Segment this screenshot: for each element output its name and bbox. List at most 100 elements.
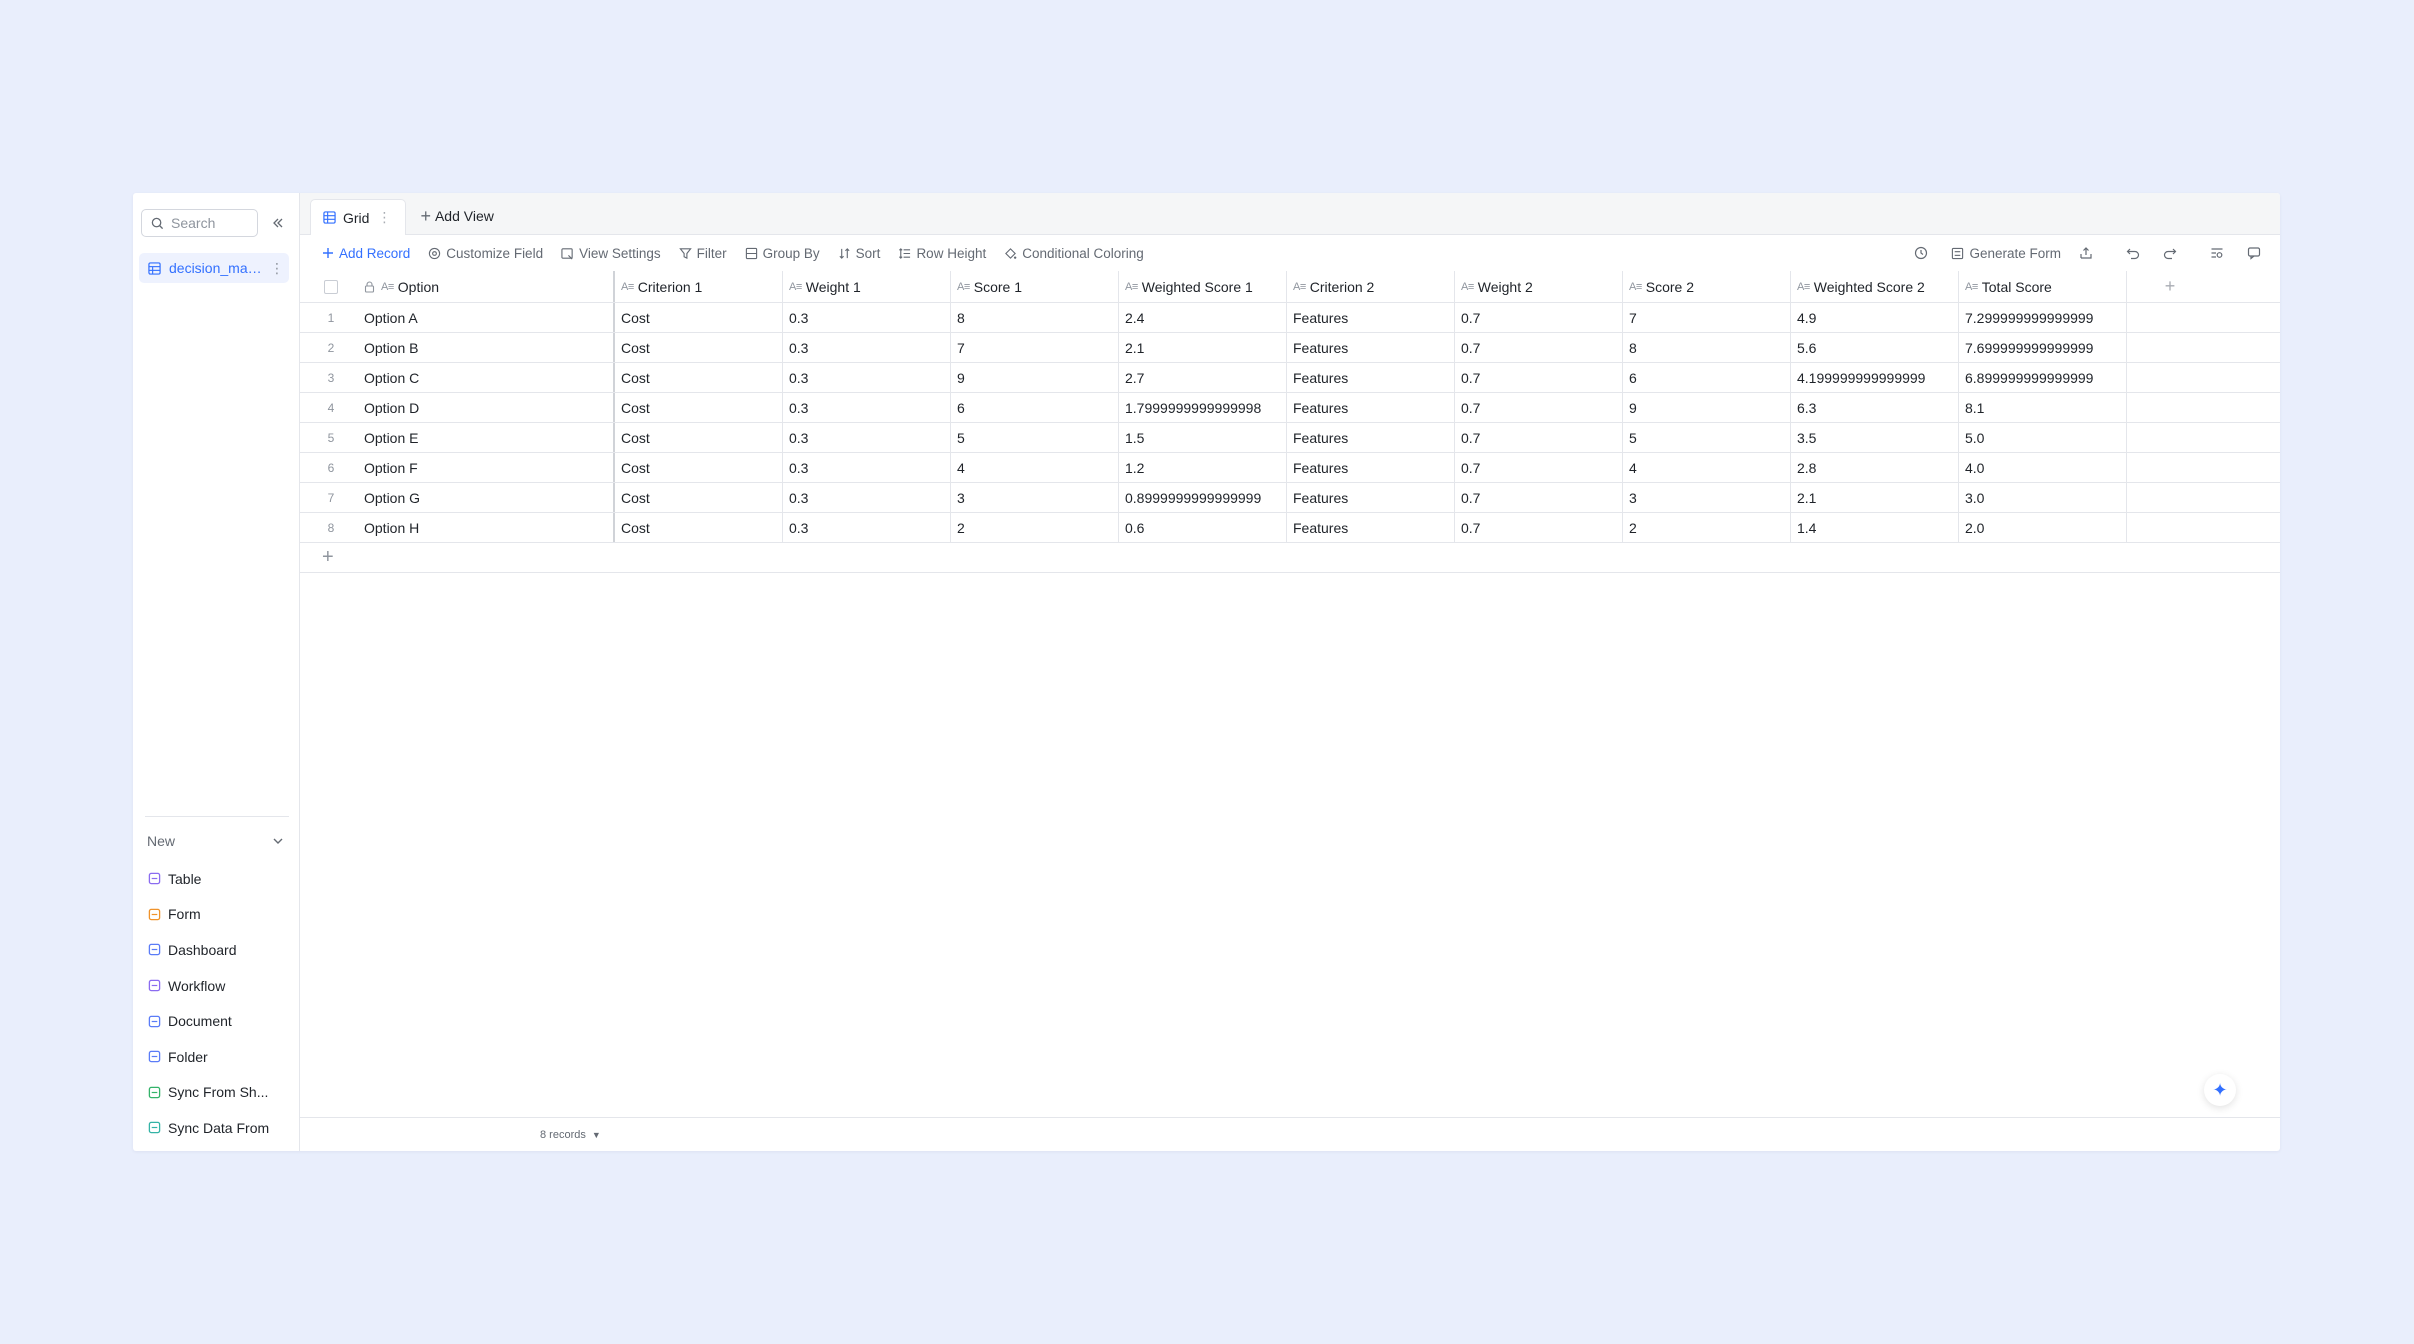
table-cell[interactable]: 4.199999999999999	[1791, 363, 1959, 392]
table-cell[interactable]: 0.7	[1455, 303, 1623, 332]
generate-form-button[interactable]: Generate Form	[1951, 246, 2061, 261]
comment-icon[interactable]	[2247, 246, 2266, 260]
table-cell[interactable]: Cost	[615, 453, 783, 482]
search-input[interactable]: Search	[141, 209, 258, 237]
table-cell[interactable]: 4	[1623, 453, 1791, 482]
caret-down-icon[interactable]: ▼	[592, 1130, 601, 1140]
table-cell[interactable]: Cost	[615, 393, 783, 422]
table-cell[interactable]: 5.6	[1791, 333, 1959, 362]
table-cell[interactable]: 4	[951, 453, 1119, 482]
group-by-button[interactable]: Group By	[745, 246, 820, 261]
table-cell[interactable]: 5.0	[1959, 423, 2127, 452]
table-cell[interactable]: Features	[1287, 423, 1455, 452]
table-row[interactable]: 8 Option H Cost 0.3 2 0.6 Features 0.7 2 1.4 2.0	[300, 513, 2280, 543]
table-cell[interactable]: 2.8	[1791, 453, 1959, 482]
table-row[interactable]: 2 Option B Cost 0.3 7 2.1 Features 0.7 8 5.6 7.699…	[300, 333, 2280, 363]
table-cell[interactable]: Cost	[615, 303, 783, 332]
column-header-criterion-2[interactable]: A≡ Criterion 2	[1287, 271, 1455, 302]
table-cell[interactable]: 6.899999999999999	[1959, 363, 2127, 392]
add-view-button[interactable]: + Add View	[420, 198, 493, 234]
table-cell[interactable]: 2	[1623, 513, 1791, 542]
table-cell[interactable]: 9	[1623, 393, 1791, 422]
search-records-icon[interactable]	[2210, 246, 2229, 260]
new-item-dashboard[interactable]: Dashboard	[147, 932, 292, 968]
table-cell[interactable]: Features	[1287, 363, 1455, 392]
table-cell[interactable]: 0.7	[1455, 513, 1623, 542]
table-cell[interactable]: 8	[1623, 333, 1791, 362]
column-header-weight-2[interactable]: A≡ Weight 2	[1455, 271, 1623, 302]
table-cell[interactable]: 0.3	[783, 303, 951, 332]
table-cell[interactable]: Cost	[615, 363, 783, 392]
collapse-sidebar-icon[interactable]	[272, 217, 284, 229]
table-cell-option[interactable]: Option E	[362, 423, 615, 452]
table-cell[interactable]: 3	[951, 483, 1119, 512]
more-options-icon[interactable]: ⋮	[270, 260, 284, 277]
table-cell[interactable]: Cost	[615, 513, 783, 542]
new-item-document[interactable]: Document	[147, 1003, 292, 1039]
table-cell[interactable]: 2.0	[1959, 513, 2127, 542]
table-cell[interactable]: Features	[1287, 393, 1455, 422]
table-cell[interactable]: 0.3	[783, 363, 951, 392]
tab-grid[interactable]: Grid ⋮	[310, 199, 407, 235]
table-cell[interactable]: 8	[951, 303, 1119, 332]
table-row[interactable]: 6 Option F Cost 0.3 4 1.2 Features 0.7 4 2.8 4.0	[300, 453, 2280, 483]
table-cell[interactable]: 1.2	[1119, 453, 1287, 482]
customize-field-button[interactable]: Customize Field	[428, 246, 543, 261]
table-cell[interactable]: 0.7	[1455, 393, 1623, 422]
table-row[interactable]: 5 Option E Cost 0.3 5 1.5 Features 0.7 5 3.5 5.0	[300, 423, 2280, 453]
conditional-coloring-button[interactable]: Conditional Coloring	[1004, 246, 1144, 261]
table-cell-option[interactable]: Option G	[362, 483, 615, 512]
column-header-score-1[interactable]: A≡ Score 1	[951, 271, 1119, 302]
row-height-button[interactable]: Row Height	[898, 246, 986, 261]
share-icon[interactable]	[2079, 246, 2098, 260]
table-cell[interactable]: 0.7	[1455, 453, 1623, 482]
table-cell[interactable]: 0.3	[783, 333, 951, 362]
table-cell[interactable]: Cost	[615, 423, 783, 452]
table-cell[interactable]: 2.1	[1119, 333, 1287, 362]
history-icon[interactable]	[1914, 246, 1933, 260]
new-item-sync-data-from[interactable]: Sync Data From	[147, 1110, 292, 1146]
ai-assistant-button[interactable]: ✦	[2204, 1074, 2236, 1106]
add-record-button[interactable]: Add Record	[322, 246, 410, 261]
undo-icon[interactable]	[2126, 246, 2145, 260]
table-row[interactable]: 7 Option G Cost 0.3 3 0.8999999999999999 Featu…	[300, 483, 2280, 513]
table-cell[interactable]: 2.4	[1119, 303, 1287, 332]
table-cell[interactable]: 0.7	[1455, 333, 1623, 362]
new-section-header[interactable]: New	[147, 829, 285, 853]
table-cell[interactable]: 0.3	[783, 513, 951, 542]
table-cell[interactable]: 2.7	[1119, 363, 1287, 392]
select-all-checkbox[interactable]	[324, 279, 338, 294]
table-cell[interactable]: 2	[951, 513, 1119, 542]
table-cell[interactable]: 0.7	[1455, 423, 1623, 452]
table-cell[interactable]: 5	[1623, 423, 1791, 452]
table-cell-option[interactable]: Option F	[362, 453, 615, 482]
table-cell[interactable]: 0.3	[783, 453, 951, 482]
table-cell-option[interactable]: Option H	[362, 513, 615, 542]
table-cell[interactable]: 4.9	[1791, 303, 1959, 332]
table-cell[interactable]: Cost	[615, 333, 783, 362]
table-cell[interactable]: 1.5	[1119, 423, 1287, 452]
column-header-score-2[interactable]: A≡ Score 2	[1623, 271, 1791, 302]
add-column-button[interactable]: +	[2127, 271, 2207, 302]
table-cell-option[interactable]: Option D	[362, 393, 615, 422]
table-cell[interactable]: Features	[1287, 453, 1455, 482]
record-count[interactable]: 8 records	[540, 1129, 586, 1141]
table-cell[interactable]: 7	[951, 333, 1119, 362]
tab-more-icon[interactable]: ⋮	[377, 209, 391, 226]
table-cell[interactable]: Features	[1287, 483, 1455, 512]
table-row[interactable]: 4 Option D Cost 0.3 6 1.7999999999999998 Featu…	[300, 393, 2280, 423]
sort-button[interactable]: Sort	[838, 246, 880, 261]
table-cell-option[interactable]: Option C	[362, 363, 615, 392]
table-cell[interactable]: 7	[1623, 303, 1791, 332]
table-cell[interactable]: 8.1	[1959, 393, 2127, 422]
table-cell[interactable]: 3	[1623, 483, 1791, 512]
filter-button[interactable]: Filter	[678, 246, 727, 261]
new-item-table[interactable]: Table	[147, 861, 292, 897]
table-cell[interactable]: Cost	[615, 483, 783, 512]
new-item-sync-from-sh[interactable]: Sync From Sh...	[147, 1075, 292, 1111]
table-cell[interactable]: 5	[951, 423, 1119, 452]
column-header-weight-1[interactable]: A≡ Weight 1	[783, 271, 951, 302]
table-cell[interactable]: 2.1	[1791, 483, 1959, 512]
add-row-button[interactable]: +	[300, 543, 2280, 573]
table-cell[interactable]: 6.3	[1791, 393, 1959, 422]
